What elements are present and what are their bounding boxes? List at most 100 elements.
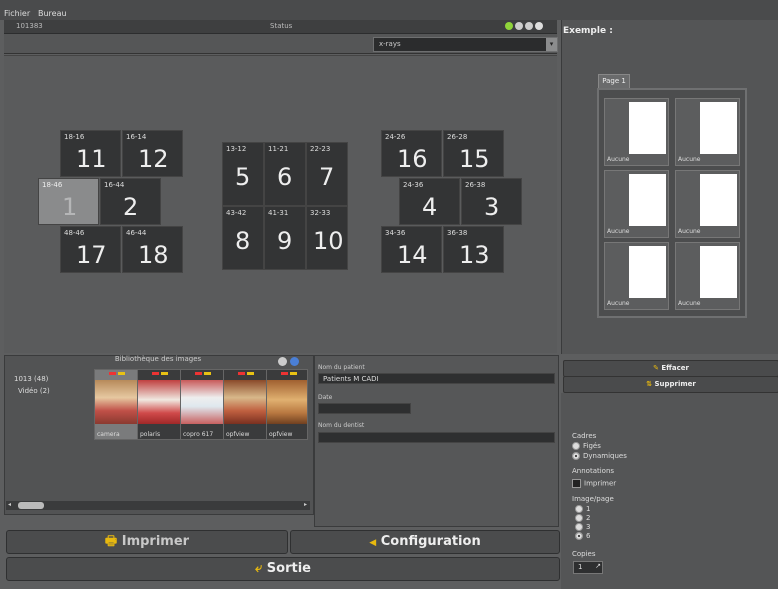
tooth-tile[interactable]: 36-38 13: [443, 226, 504, 273]
preview-slot[interactable]: Aucune: [604, 242, 669, 310]
delete-button[interactable]: ⇅ Supprimer: [563, 376, 778, 393]
per-page-option[interactable]: 3: [575, 523, 590, 531]
tooth-photo: [267, 380, 307, 424]
tooth-tile[interactable]: 11-21 6: [264, 142, 306, 206]
tooth-tile[interactable]: 46-44 18: [122, 226, 183, 273]
shield-icon[interactable]: [535, 22, 543, 30]
folder-item[interactable]: Vidéo (2): [18, 387, 50, 395]
tooth-tile[interactable]: 24-36 4: [399, 178, 460, 225]
tile-code: 11-21: [268, 145, 289, 153]
radio-icon[interactable]: [572, 452, 580, 460]
per-page-option[interactable]: 1: [575, 505, 590, 513]
tooth-tile-selected[interactable]: 18-46 1: [38, 178, 99, 225]
tile-number: 16: [397, 145, 428, 173]
patient-form: Nom du patient Patients M CADI Date Nom …: [314, 355, 559, 527]
preview-slot[interactable]: Aucune: [604, 98, 669, 166]
tooth-tile[interactable]: 43-42 8: [222, 206, 264, 270]
tooth-tile[interactable]: 26-28 15: [443, 130, 504, 177]
tooth-tile[interactable]: 48-46 17: [60, 226, 121, 273]
tooth-tile[interactable]: 24-26 16: [381, 130, 442, 177]
preview-slot[interactable]: Aucune: [675, 98, 740, 166]
image-thumb[interactable]: opfview: [223, 369, 267, 440]
radio-icon[interactable]: [575, 514, 583, 522]
clear-button[interactable]: ✎ Effacer: [563, 360, 778, 377]
tile-number: 7: [319, 163, 335, 191]
per-page-option[interactable]: 6: [575, 532, 590, 540]
print-button[interactable]: 🖶 Imprimer: [6, 530, 288, 554]
checkbox-icon[interactable]: [572, 479, 581, 488]
folder-item[interactable]: 1013 (48): [14, 375, 48, 383]
horizontal-scrollbar[interactable]: ◂ ▸: [6, 501, 310, 510]
per-page-option[interactable]: 2: [575, 514, 590, 522]
info-icon[interactable]: [290, 357, 299, 366]
radio-icon[interactable]: [575, 532, 583, 540]
scroll-left-icon[interactable]: ◂: [8, 501, 11, 508]
tooth-tile[interactable]: 26-38 3: [461, 178, 522, 225]
radio-icon[interactable]: [575, 505, 583, 513]
exit-button[interactable]: ⤶ Sortie: [6, 557, 560, 581]
slot-label: Aucune: [607, 300, 630, 307]
thumb-caption: camera: [97, 431, 120, 438]
tooth-tile[interactable]: 16-14 12: [122, 130, 183, 177]
print-label: Imprimer: [121, 534, 190, 549]
delete-icon: ⇅: [646, 380, 653, 388]
per-page-title: Image/page: [572, 495, 614, 503]
status-label: Status: [270, 22, 293, 30]
image-thumb[interactable]: copro 617: [180, 369, 224, 440]
paper-thumb: [700, 174, 737, 226]
preview-slot[interactable]: Aucune: [604, 170, 669, 238]
scrollbar-thumb[interactable]: [18, 502, 44, 509]
chevron-down-icon[interactable]: ▾: [546, 38, 557, 51]
date-field[interactable]: [318, 403, 411, 414]
date-label: Date: [318, 394, 333, 401]
copies-stepper[interactable]: 1 ↗: [573, 561, 603, 574]
annotations-print[interactable]: Imprimer: [572, 479, 616, 488]
tooth-tile[interactable]: 13-12 5: [222, 142, 264, 206]
tooth-tile[interactable]: 32-33 10: [306, 206, 348, 270]
example-title: Exemple :: [563, 26, 613, 36]
tile-code: 18-46: [42, 181, 63, 189]
database-icon[interactable]: [515, 22, 523, 30]
print-options: Cadres Figés Dynamiques Annotations Impr…: [561, 393, 778, 589]
tile-code: 18-16: [64, 133, 85, 141]
tile-number: 5: [235, 163, 251, 191]
tooth-tile[interactable]: 34-36 14: [381, 226, 442, 273]
scroll-right-icon[interactable]: ▸: [304, 501, 307, 508]
search-icon[interactable]: [278, 357, 287, 366]
configuration-button[interactable]: ◀ Configuration: [290, 530, 560, 554]
tooth-tile[interactable]: 41-31 9: [264, 206, 306, 270]
radio-icon[interactable]: [572, 442, 580, 450]
radio-icon[interactable]: [575, 523, 583, 531]
image-thumb[interactable]: camera: [94, 369, 138, 440]
preview-slot[interactable]: Aucune: [675, 242, 740, 310]
image-thumb[interactable]: polaris: [137, 369, 181, 440]
tab-page-1[interactable]: Page 1: [598, 74, 630, 88]
tile-code: 26-28: [447, 133, 468, 141]
patient-name-field[interactable]: Patients M CADI: [318, 373, 555, 384]
tile-number: 10: [313, 227, 344, 255]
tile-code: 34-36: [385, 229, 406, 237]
slot-label: Aucune: [678, 300, 701, 307]
tooth-tile[interactable]: 18-16 11: [60, 130, 121, 177]
menu-file[interactable]: Fichier: [4, 9, 30, 18]
settings-icon[interactable]: [525, 22, 533, 30]
stepper-icon[interactable]: ↗: [595, 562, 601, 570]
image-thumb[interactable]: opfview: [266, 369, 308, 440]
tooth-tile[interactable]: 22-23 7: [306, 142, 348, 206]
paper-thumb: [629, 246, 666, 298]
frames-option-dynamic[interactable]: Dynamiques: [572, 452, 627, 460]
menu-desk[interactable]: Bureau: [38, 9, 67, 18]
tooth-photo: [138, 380, 180, 424]
tooth-tile[interactable]: 16-44 2: [100, 178, 161, 225]
paper-thumb: [700, 102, 737, 154]
thumb-caption: polaris: [140, 431, 161, 438]
tile-code: 24-36: [403, 181, 424, 189]
per-page-label: 2: [586, 514, 591, 522]
paper-thumb: [629, 174, 666, 226]
frames-option-fixed[interactable]: Figés: [572, 442, 601, 450]
preview-slot[interactable]: Aucune: [675, 170, 740, 238]
tile-number: 1: [62, 193, 78, 221]
dentist-field[interactable]: [318, 432, 555, 443]
tile-number: 6: [277, 163, 293, 191]
view-select[interactable]: x-rays ▾: [373, 37, 558, 52]
